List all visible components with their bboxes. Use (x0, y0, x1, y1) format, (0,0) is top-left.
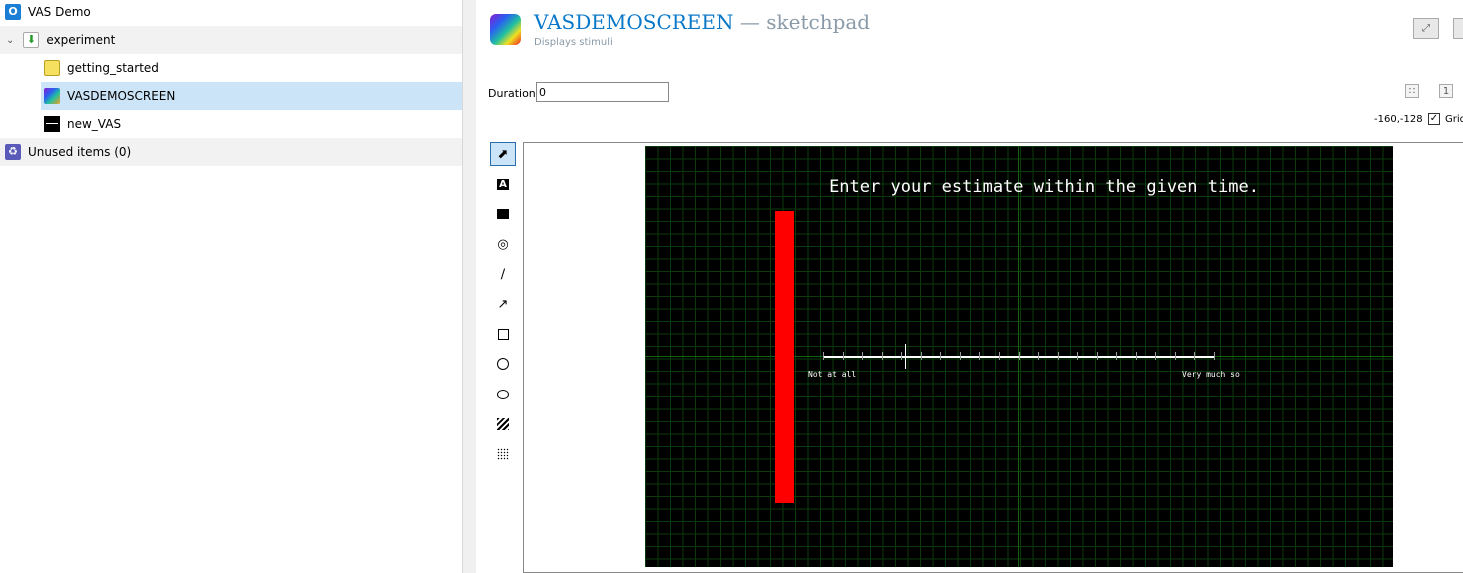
grid-label: Grid (1445, 114, 1463, 125)
tree-item-root[interactable]: O VAS Demo (0, 0, 462, 26)
duration-label: Duration (488, 87, 536, 100)
zoom-fit-button[interactable]: ∷ (1405, 84, 1419, 98)
sketchpad-icon (44, 88, 60, 104)
help-button[interactable] (1453, 18, 1463, 39)
overview-panel: O VAS Demo ⌄ ⬇ experiment getting_starte… (0, 0, 462, 573)
tool-rectangle[interactable] (490, 322, 516, 346)
left-label[interactable]: Not at all (808, 370, 856, 379)
circle-icon (497, 358, 509, 370)
chevron-down-icon[interactable]: ⌄ (6, 35, 14, 46)
tree-item-getting-started[interactable]: getting_started (0, 54, 462, 82)
right-label[interactable]: Very much so (1182, 370, 1240, 379)
vas-icon (44, 116, 60, 132)
tool-image[interactable] (490, 202, 516, 226)
opensesame-icon: O (5, 4, 21, 20)
noise-icon (497, 448, 509, 460)
sketchpad-logo-icon (490, 14, 521, 45)
text-icon: A (497, 178, 509, 190)
scale-tick (920, 352, 922, 360)
grid-checkbox[interactable]: ✓ (1428, 113, 1440, 125)
item-description[interactable]: Displays stimuli (534, 37, 613, 48)
maximize-button[interactable]: ⤢ (1413, 18, 1439, 39)
scale-tick (823, 352, 824, 360)
notepad-icon (44, 60, 60, 76)
fixdot-icon: ◎ (497, 236, 509, 252)
scale-tick (979, 352, 981, 360)
maximize-icon: ⤢ (1422, 23, 1430, 34)
tool-line[interactable]: ∕ (490, 262, 516, 286)
tree-item-experiment[interactable]: ⌄ ⬇ experiment (0, 26, 462, 54)
scale-tick (998, 352, 1000, 360)
scale-tick (1077, 352, 1079, 360)
scale-tick (1214, 352, 1215, 360)
scale-tick (959, 352, 961, 360)
scale-marker[interactable] (905, 344, 907, 369)
ellipse-icon (497, 389, 509, 399)
scale-tick (1116, 352, 1118, 360)
tool-ellipse[interactable] (490, 382, 516, 406)
pointer-icon: ⬈ (497, 146, 509, 162)
scale-tick (1155, 352, 1157, 360)
zoom-reset-button[interactable]: 1 (1439, 84, 1453, 98)
tool-arrow[interactable]: ↗ (490, 292, 516, 316)
red-bar[interactable] (775, 211, 794, 503)
tree-item-new-vas[interactable]: new_VAS (0, 110, 462, 138)
scale-tick (1038, 352, 1040, 360)
tree-item-vasdemoscreen[interactable]: VASDEMOSCREEN (41, 82, 462, 110)
cursor-coordinates: -160,-128 (1374, 114, 1423, 125)
sequence-icon: ⬇ (23, 32, 40, 48)
sketchpad-canvas-area[interactable]: Enter your estimate within the given tim… (523, 142, 1463, 573)
scale-tick (1194, 352, 1196, 360)
tree-item-unused[interactable]: ♻ Unused items (0) (0, 138, 462, 166)
tool-fixdot[interactable]: ◎ (490, 232, 516, 256)
instruction-text[interactable]: Enter your estimate within the given tim… (645, 177, 1393, 197)
sketchpad-stage[interactable]: Enter your estimate within the given tim… (645, 146, 1393, 567)
rectangle-icon (497, 328, 509, 340)
scale-tick (1057, 352, 1059, 360)
scale-tick (881, 352, 883, 360)
sketchpad-editor: VASDEMOSCREEN — sketchpad Displays stimu… (476, 0, 1463, 573)
scale-tick (842, 352, 844, 360)
line-icon: ∕ (500, 266, 506, 282)
tool-circle[interactable] (490, 352, 516, 376)
scale-tick (1096, 352, 1098, 360)
duration-input[interactable] (536, 82, 669, 102)
image-icon (497, 209, 509, 219)
item-title[interactable]: VASDEMOSCREEN — sketchpad (534, 10, 870, 34)
tool-gabor[interactable] (490, 412, 516, 436)
tool-select[interactable]: ⬈ (490, 142, 516, 166)
gabor-icon (497, 418, 509, 430)
scale-tick (940, 352, 942, 360)
arrow-icon: ↗ (497, 296, 509, 312)
scale-tick (1018, 352, 1020, 360)
scale-tick (1135, 352, 1137, 360)
scale-tick (1174, 352, 1176, 360)
tool-text[interactable]: A (490, 172, 516, 196)
scale-tick (862, 352, 864, 360)
splitter-handle[interactable] (462, 0, 476, 573)
recycle-icon: ♻ (5, 144, 21, 160)
tool-noise[interactable] (490, 442, 516, 466)
scale-tick (901, 352, 903, 360)
